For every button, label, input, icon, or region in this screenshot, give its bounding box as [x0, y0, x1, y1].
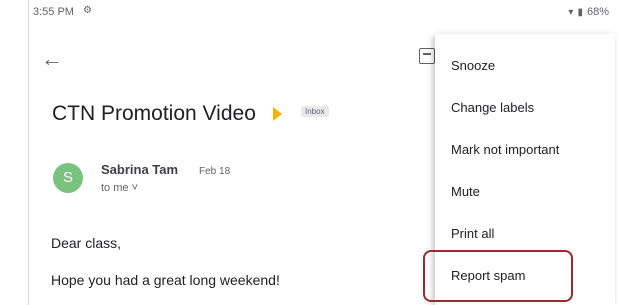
settings-icon: ⚙	[83, 5, 92, 16]
email-subject: CTN Promotion Video	[52, 102, 256, 125]
wifi-icon: ▾	[568, 6, 574, 18]
status-bar: 3:55 PM ⚙ ▾ ▮ 68%	[29, 0, 617, 24]
menu-item-mark-not-important[interactable]: Mark not important	[451, 142, 559, 157]
sent-date: Feb 18	[199, 166, 231, 177]
app-frame: 3:55 PM ⚙ ▾ ▮ 68% ← CTN Promotion Video …	[28, 0, 617, 305]
menu-item-print-all[interactable]: Print all	[451, 226, 494, 241]
chevron-down-icon: ˅	[131, 182, 139, 194]
menu-item-snooze[interactable]: Snooze	[451, 58, 495, 73]
status-time: 3:55 PM	[33, 6, 74, 18]
recipient-text: to me	[101, 182, 129, 194]
recipient-toggle[interactable]: to me ˅	[101, 182, 138, 194]
archive-icon[interactable]	[419, 48, 435, 64]
battery-level: 68%	[586, 6, 609, 18]
menu-item-mute[interactable]: Mute	[451, 184, 480, 199]
sender-avatar[interactable]: S	[53, 163, 83, 193]
email-body-greeting: Dear class,	[51, 235, 122, 251]
overflow-menu: Snooze Change labels Mark not important …	[435, 34, 615, 305]
back-arrow-icon[interactable]: ←	[41, 46, 63, 72]
email-body-line: Hope you had a great long weekend!	[51, 272, 280, 288]
status-icons: ▾ ▮ 68%	[568, 6, 609, 18]
menu-item-change-labels[interactable]: Change labels	[451, 100, 534, 115]
sender-name: Sabrina Tam	[101, 162, 179, 177]
inbox-label-badge[interactable]: Inbox	[301, 106, 329, 117]
menu-item-report-spam[interactable]: Report spam	[451, 268, 525, 283]
battery-icon: ▮	[577, 6, 583, 18]
important-marker-icon[interactable]	[273, 107, 282, 121]
